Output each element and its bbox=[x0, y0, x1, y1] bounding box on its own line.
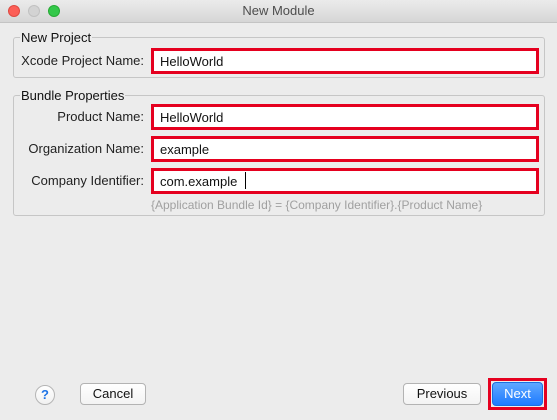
next-button[interactable]: Next bbox=[492, 382, 543, 406]
product-name-input[interactable] bbox=[160, 108, 530, 126]
xcode-project-name-field[interactable] bbox=[151, 48, 539, 74]
new-module-window: New Module New Project Xcode Project Nam… bbox=[0, 0, 557, 420]
company-identifier-label: Company Identifier: bbox=[31, 173, 144, 188]
title-bar: New Module bbox=[0, 0, 557, 23]
cancel-button[interactable]: Cancel bbox=[80, 383, 146, 405]
product-name-label: Product Name: bbox=[57, 109, 144, 124]
company-identifier-field[interactable] bbox=[151, 168, 539, 194]
organization-name-input[interactable] bbox=[160, 140, 530, 158]
bundle-properties-group-title: Bundle Properties bbox=[20, 88, 126, 103]
organization-name-label: Organization Name: bbox=[28, 141, 144, 156]
company-identifier-input[interactable] bbox=[160, 172, 530, 190]
help-button[interactable]: ? bbox=[35, 385, 55, 405]
bundle-id-hint: {Application Bundle Id} = {Company Ident… bbox=[151, 198, 483, 212]
new-project-group-title: New Project bbox=[20, 30, 93, 45]
text-caret bbox=[245, 172, 246, 189]
xcode-project-name-label: Xcode Project Name: bbox=[21, 53, 144, 68]
xcode-project-name-input[interactable] bbox=[160, 52, 530, 70]
help-icon: ? bbox=[41, 387, 49, 402]
organization-name-field[interactable] bbox=[151, 136, 539, 162]
previous-button[interactable]: Previous bbox=[403, 383, 481, 405]
product-name-field[interactable] bbox=[151, 104, 539, 130]
window-title: New Module bbox=[242, 3, 315, 18]
